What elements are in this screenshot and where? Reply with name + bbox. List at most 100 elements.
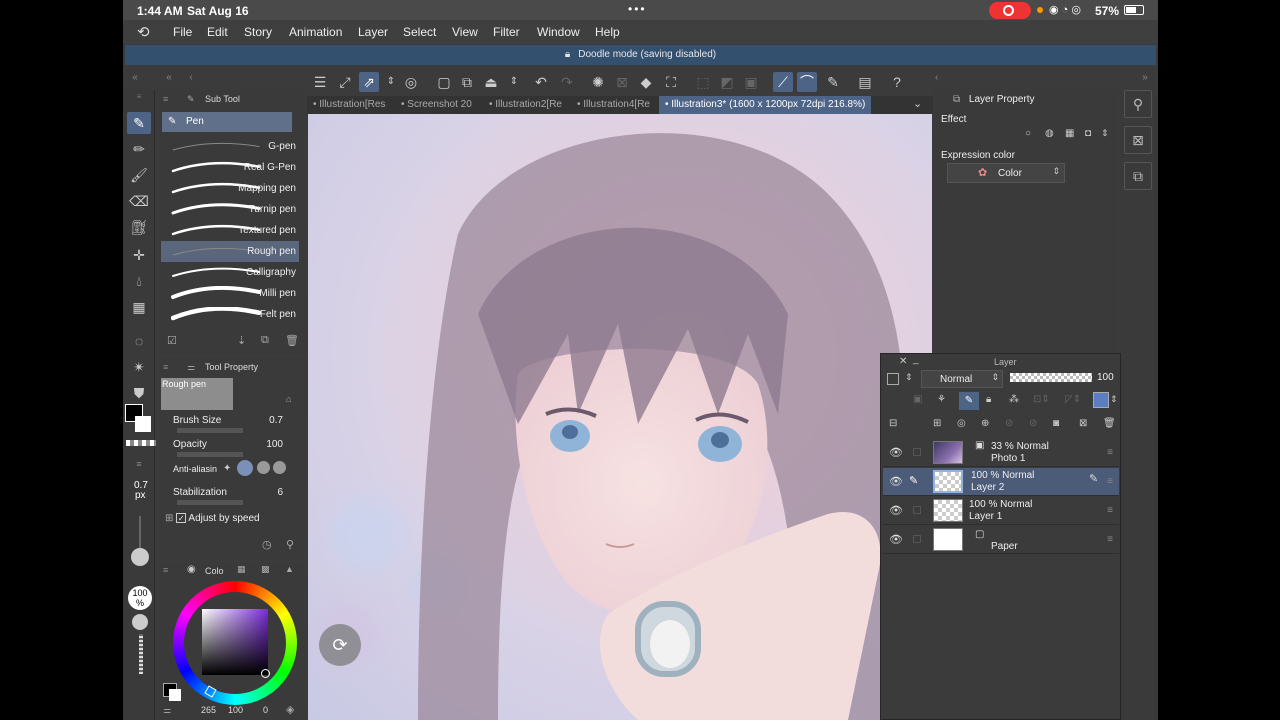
opacity-slider-thumb[interactable] — [132, 614, 148, 630]
snap-chevron-icon[interactable]: ⇕ — [381, 72, 401, 92]
brush-size-field[interactable]: 0.7 — [269, 415, 283, 426]
layer-row-paper[interactable]: 👁︎ ▢ Paper ≡ — [883, 526, 1119, 554]
opacity-bar[interactable] — [177, 452, 243, 457]
sub-color-mini-swatch[interactable] — [169, 689, 181, 701]
undo-icon[interactable]: ↶ — [531, 72, 551, 92]
move-tool-icon[interactable]: ✛ — [127, 244, 151, 266]
sub-tool-import-icon[interactable]: ⇣ — [237, 334, 246, 347]
drawing-canvas[interactable] — [308, 114, 932, 720]
intermediate-color-tab-icon[interactable]: ▩ — [261, 564, 270, 575]
ruler-snap-icon[interactable]: ◎ — [401, 72, 421, 92]
sub-tool-duplicate-icon[interactable]: ⧉ — [261, 334, 269, 347]
menu-animation[interactable]: Animation — [289, 25, 342, 39]
layer-property-strip-icon[interactable]: ⧉ — [1124, 162, 1152, 190]
tab-screenshot[interactable]: • Screenshot 20 — [401, 99, 472, 110]
invert-selection-icon[interactable]: ◩ — [717, 72, 737, 92]
layer-check-box[interactable] — [913, 506, 921, 514]
multitask-dots-icon[interactable]: ••• — [628, 2, 647, 16]
tab-illustration3-active[interactable]: • Illustration3* (1600 x 1200px 72dpi 21… — [659, 96, 872, 114]
redo-icon[interactable]: ↷ — [557, 72, 577, 92]
eyedropper-icon[interactable]: ◈ — [286, 703, 294, 716]
close-icon[interactable]: ✕ — [899, 356, 907, 367]
fill-tool-icon[interactable]: ⛽︎ — [127, 216, 151, 238]
saturation-value-square[interactable] — [202, 609, 268, 675]
lasso-tool-icon[interactable]: ◌ — [127, 330, 151, 352]
transfer-down-icon[interactable]: ⊘ — [1005, 418, 1013, 429]
tab-illustration2[interactable]: • Illustration2[Re — [489, 99, 562, 110]
clear-icon[interactable]: ⊠ — [612, 72, 632, 92]
adjust-by-speed-checkbox[interactable]: ✓ — [176, 513, 187, 523]
brush-item-textured-pen[interactable]: Textured pen — [161, 220, 299, 241]
navigator-icon[interactable]: ⊠ — [1124, 126, 1152, 154]
drag-handle-icon[interactable]: ≡ — [1107, 447, 1113, 458]
effect-border-icon[interactable]: ○ — [1025, 128, 1031, 139]
brush-item-mapping-pen[interactable]: Mapping pen — [161, 178, 299, 199]
chevron-down-icon[interactable]: ⇕ — [905, 372, 913, 383]
drag-handle-icon[interactable]: ≡ — [1107, 534, 1113, 545]
delete-layer-icon[interactable]: 🗑︎ — [1103, 418, 1116, 429]
layer-row-photo1[interactable]: 👁︎ ▣ 33 % Normal Photo 1 ≡ — [883, 439, 1119, 467]
expression-color-select[interactable]: ✿ Color ⇕ — [947, 163, 1065, 183]
effect-tone-icon[interactable]: ◍ — [1045, 128, 1054, 139]
combine-down-icon[interactable]: ⊘ — [1029, 418, 1037, 429]
adjust-by-speed-row[interactable]: ⊞ ✓ Adjust by speed — [165, 513, 291, 535]
collapse-left-icon[interactable]: « — [125, 68, 145, 88]
layer-color-mode-icon[interactable] — [1093, 392, 1109, 408]
eraser-tool-icon[interactable]: ⌫ — [127, 190, 151, 212]
color-history-tab-icon[interactable]: ▲ — [285, 564, 294, 574]
drag-handle-icon[interactable]: ≡ — [1107, 476, 1113, 487]
selection-launcher-icon[interactable]: ▣ — [741, 72, 761, 92]
menu-story[interactable]: Story — [244, 25, 272, 39]
toolbar-menu-icon[interactable]: ≡ — [127, 92, 151, 102]
search-layer-icon[interactable]: ⚲ — [1124, 90, 1152, 118]
brush-item-calligraphy[interactable]: Calligraphy — [161, 262, 299, 283]
layer-row-layer1[interactable]: 👁︎ 100 % Normal Layer 1 ≡ — [883, 497, 1119, 525]
sv-picker-handle[interactable] — [261, 669, 270, 678]
collapse-panel-icon[interactable]: « — [159, 68, 179, 88]
minimize-icon[interactable]: _ — [913, 354, 919, 365]
fill-icon[interactable]: ◆ — [636, 72, 656, 92]
brush-item-real-g-pen[interactable]: Real G-Pen — [161, 157, 299, 178]
tab-list-chevron-icon[interactable]: ⌄ — [913, 97, 922, 110]
menu-edit[interactable]: Edit — [207, 25, 228, 39]
palette-menu-icon[interactable]: ≡ — [163, 358, 168, 376]
app-logo-icon[interactable]: ⟲ — [137, 23, 150, 41]
stabilization-row[interactable]: Stabilization 6 — [173, 487, 299, 509]
chevron-left-icon[interactable]: ‹ — [181, 68, 201, 88]
visibility-eye-icon[interactable]: 👁︎ — [889, 446, 903, 459]
menu-file[interactable]: File — [173, 25, 192, 39]
aa-strong-icon[interactable] — [273, 461, 286, 474]
layer-opacity-slider[interactable] — [1010, 373, 1092, 382]
draft-layer-icon[interactable]: ⁂ — [1009, 394, 1019, 405]
layer-row-layer2[interactable]: 👁︎ ✎ 100 % Normal Layer 2 ✎ ≡ — [883, 468, 1119, 496]
brush-tool-icon[interactable]: 🖌︎ — [127, 164, 151, 186]
brush-preset-preview[interactable]: Rough pen — [161, 378, 233, 410]
blend-mode-select[interactable]: Normal ⇕ — [921, 370, 1003, 388]
aa-none-icon[interactable]: ✦ — [223, 463, 231, 474]
collapse-icon[interactable]: ‹ — [935, 72, 938, 83]
pen-group-tab[interactable]: ✎ Pen — [162, 112, 292, 132]
fit-view-icon[interactable]: ⤢ — [335, 72, 355, 92]
pen-settings-icon[interactable]: ✎ — [823, 72, 843, 92]
size-indicator-menu-icon[interactable]: ≡ — [127, 456, 151, 472]
visibility-eye-icon[interactable]: 👁︎ — [889, 475, 903, 488]
brush-curve-icon[interactable]: ⌒ — [797, 72, 817, 92]
opacity-slider[interactable] — [139, 634, 143, 674]
figure-tool-icon[interactable]: ▦ — [127, 296, 151, 318]
clip-icon[interactable]: ⚘ — [937, 394, 946, 405]
snap-icon[interactable]: ⇗ — [359, 72, 379, 92]
menu-view[interactable]: View — [452, 25, 478, 39]
help-icon[interactable]: ? — [887, 72, 907, 92]
brush-item-turnip-pen[interactable]: Turnip pen — [161, 199, 299, 220]
sub-tool-settings-icon[interactable]: ☑ — [167, 334, 177, 347]
menu-filter[interactable]: Filter — [493, 25, 520, 39]
aa-mid-icon[interactable] — [257, 461, 270, 474]
opacity-field[interactable]: 100 — [266, 439, 283, 450]
menu-layer[interactable]: Layer — [358, 25, 388, 39]
blend-tool-icon[interactable]: 💧︎ — [127, 270, 151, 292]
aa-weak-icon[interactable] — [237, 460, 253, 476]
brush-item-g-pen[interactable]: G-pen — [161, 136, 299, 157]
new-vector-layer-icon[interactable]: ◎ — [957, 418, 966, 429]
brush-item-milli-pen[interactable]: Milli pen — [161, 283, 299, 304]
mask-enable-icon[interactable]: ⊡⇕ — [1033, 394, 1050, 405]
